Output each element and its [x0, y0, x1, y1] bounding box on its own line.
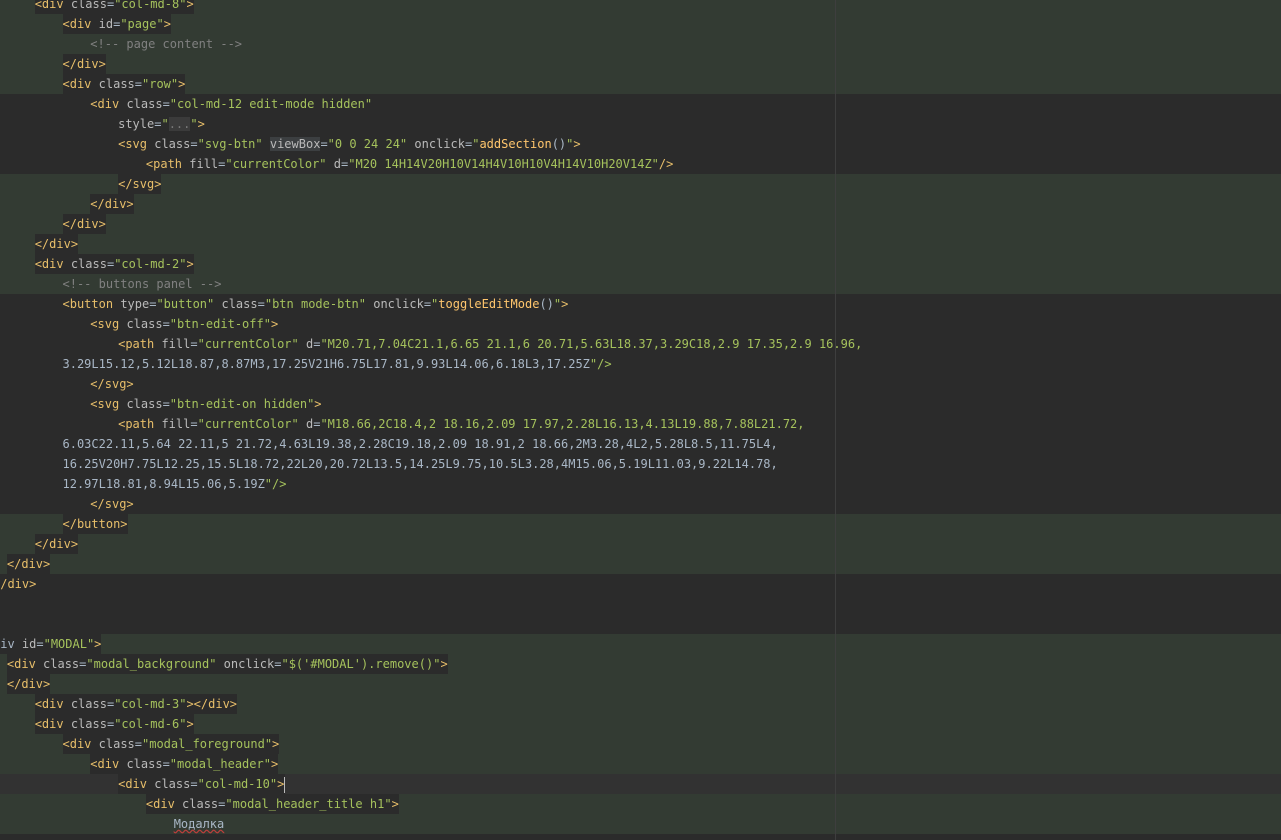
code-line-text: <div class="modal_header"> [90, 754, 279, 774]
code-line-text: </div> [6, 674, 51, 694]
code-line-text: </div> [34, 534, 79, 554]
code-line[interactable]: 6.03C22.11,5.64 22.11,5 21.72,4.63L19.38… [0, 434, 1281, 454]
code-line[interactable]: <div class="col-md-12 edit-mode hidden" [0, 94, 1281, 114]
code-line[interactable]: </div> [0, 234, 1281, 254]
code-line[interactable]: </div> [0, 54, 1281, 74]
code-line[interactable]: <!-- page content --> [0, 34, 1281, 54]
code-line-text: <!-- page content --> [90, 37, 243, 51]
code-line[interactable]: </div> [0, 674, 1281, 694]
code-line-text: </div> [90, 194, 134, 214]
code-line[interactable]: </svg> [0, 374, 1281, 394]
code-line[interactable]: <div id="page"> [0, 14, 1281, 34]
code-line[interactable]: </button> [0, 514, 1281, 534]
code-line[interactable]: <svg class="btn-edit-on hidden"> [0, 394, 1281, 414]
code-line-text: style="..."> [118, 114, 205, 134]
code-line[interactable]: 16.25V20H7.75L12.25,15.5L18.72,22L20,20.… [0, 454, 1281, 474]
code-line-text: <div class="modal_foreground"> [62, 734, 280, 754]
code-line[interactable]: <path fill="currentColor" d="M20.71,7.04… [0, 334, 1281, 354]
code-line-text: </div> [62, 214, 106, 234]
code-line-text: <path fill="currentColor" d="M20 14H14V2… [145, 154, 674, 174]
code-line[interactable] [0, 614, 1281, 634]
code-line-text: <div id="page"> [62, 14, 171, 34]
code-line-text: </div> [6, 554, 51, 574]
code-line[interactable]: <div class="col-md-2"> [0, 254, 1281, 274]
code-line-text: <path fill="currentColor" d="M18.66,2C18… [118, 414, 805, 434]
code-line[interactable]: <div class="col-md-10"> [0, 774, 1281, 794]
code-line[interactable]: div id="MODAL"> [0, 634, 1281, 654]
code-line[interactable]: </svg> [0, 494, 1281, 514]
code-line[interactable]: <div class="col-md-8"> [0, 0, 1281, 14]
code-line[interactable]: <svg class="svg-btn" viewBox="0 0 24 24"… [0, 134, 1281, 154]
code-line-text: <div class="col-md-8"> [34, 0, 194, 14]
code-line[interactable]: </div> [0, 554, 1281, 574]
code-line[interactable]: Модалка [0, 814, 1281, 834]
code-line[interactable]: </div> [0, 534, 1281, 554]
code-line[interactable]: <div class="row"> [0, 74, 1281, 94]
code-line[interactable]: </div> [0, 574, 1281, 594]
code-line-text: 6.03C22.11,5.64 22.11,5 21.72,4.63L19.38… [62, 434, 778, 454]
code-line[interactable]: <div class="modal_header_title h1"> [0, 794, 1281, 814]
code-line[interactable]: <path fill="currentColor" d="M18.66,2C18… [0, 414, 1281, 434]
code-line[interactable]: <div class="modal_header"> [0, 754, 1281, 774]
code-line-text: <div class="col-md-10"> [118, 774, 286, 794]
code-line-text: <button type="button" class="btn mode-bt… [62, 294, 569, 314]
code-line[interactable]: 12.97L18.81,8.94L15.06,5.19Z"/> [0, 474, 1281, 494]
code-line-text: </div> [34, 234, 79, 254]
code-line-text: <svg class="svg-btn" viewBox="0 0 24 24"… [118, 134, 581, 154]
code-line-text: <path fill="currentColor" d="M20.71,7.04… [118, 334, 863, 354]
code-line[interactable]: </div> [0, 194, 1281, 214]
code-line[interactable]: <svg class="btn-edit-off"> [0, 314, 1281, 334]
code-line-text: 12.97L18.81,8.94L15.06,5.19Z"/> [62, 474, 287, 494]
code-line[interactable]: </div> [0, 214, 1281, 234]
code-editor[interactable]: <div class="col-md-8"> <div id="page"> <!-… [0, 0, 1281, 834]
right-margin-guide [835, 0, 836, 840]
code-line-text: <div class="col-md-12 edit-mode hidden" [90, 94, 373, 114]
code-line-text: <div class="modal_background" onclick="$… [6, 654, 448, 674]
code-line-text: <div class="col-md-2"> [34, 254, 194, 274]
code-line-text: </button> [62, 514, 128, 534]
code-line-text: <div class="col-md-3"></div> [34, 694, 238, 714]
code-line-text: <div class="row"> [62, 74, 186, 94]
code-line-text: 3.29L15.12,5.12L18.87,8.87M3,17.25V21H6.… [62, 354, 612, 374]
code-line[interactable]: <div class="modal_background" onclick="$… [0, 654, 1281, 674]
code-line-text: </div> [0, 574, 37, 594]
code-line-text: <div class="modal_header_title h1"> [145, 794, 399, 814]
code-line[interactable]: <button type="button" class="btn mode-bt… [0, 294, 1281, 314]
code-line-text: </svg> [90, 374, 134, 394]
code-line-text: 16.25V20H7.75L12.25,15.5L18.72,22L20,20.… [62, 454, 778, 474]
code-line[interactable]: <div class="col-md-3"></div> [0, 694, 1281, 714]
code-line[interactable] [0, 594, 1281, 614]
code-line-text: <svg class="btn-edit-off"> [90, 314, 279, 334]
code-line-text: <div class="col-md-6"> [34, 714, 194, 734]
code-line-text: <!-- buttons panel --> [62, 277, 222, 291]
code-line-text: Модалка [173, 817, 225, 831]
code-line-text: div id="MODAL"> [0, 634, 102, 654]
code-line[interactable]: style="..."> [0, 114, 1281, 134]
code-line-text: </svg> [118, 174, 162, 194]
code-line[interactable]: 3.29L15.12,5.12L18.87,8.87M3,17.25V21H6.… [0, 354, 1281, 374]
code-line[interactable]: </svg> [0, 174, 1281, 194]
code-line[interactable]: <path fill="currentColor" d="M20 14H14V2… [0, 154, 1281, 174]
code-line[interactable]: <!-- buttons panel --> [0, 274, 1281, 294]
code-line-text: <svg class="btn-edit-on hidden"> [90, 394, 322, 414]
code-line[interactable]: <div class="col-md-6"> [0, 714, 1281, 734]
code-line-text: </svg> [90, 494, 134, 514]
code-line-text: </div> [62, 54, 106, 74]
code-line[interactable]: <div class="modal_foreground"> [0, 734, 1281, 754]
text-cursor [284, 776, 286, 793]
